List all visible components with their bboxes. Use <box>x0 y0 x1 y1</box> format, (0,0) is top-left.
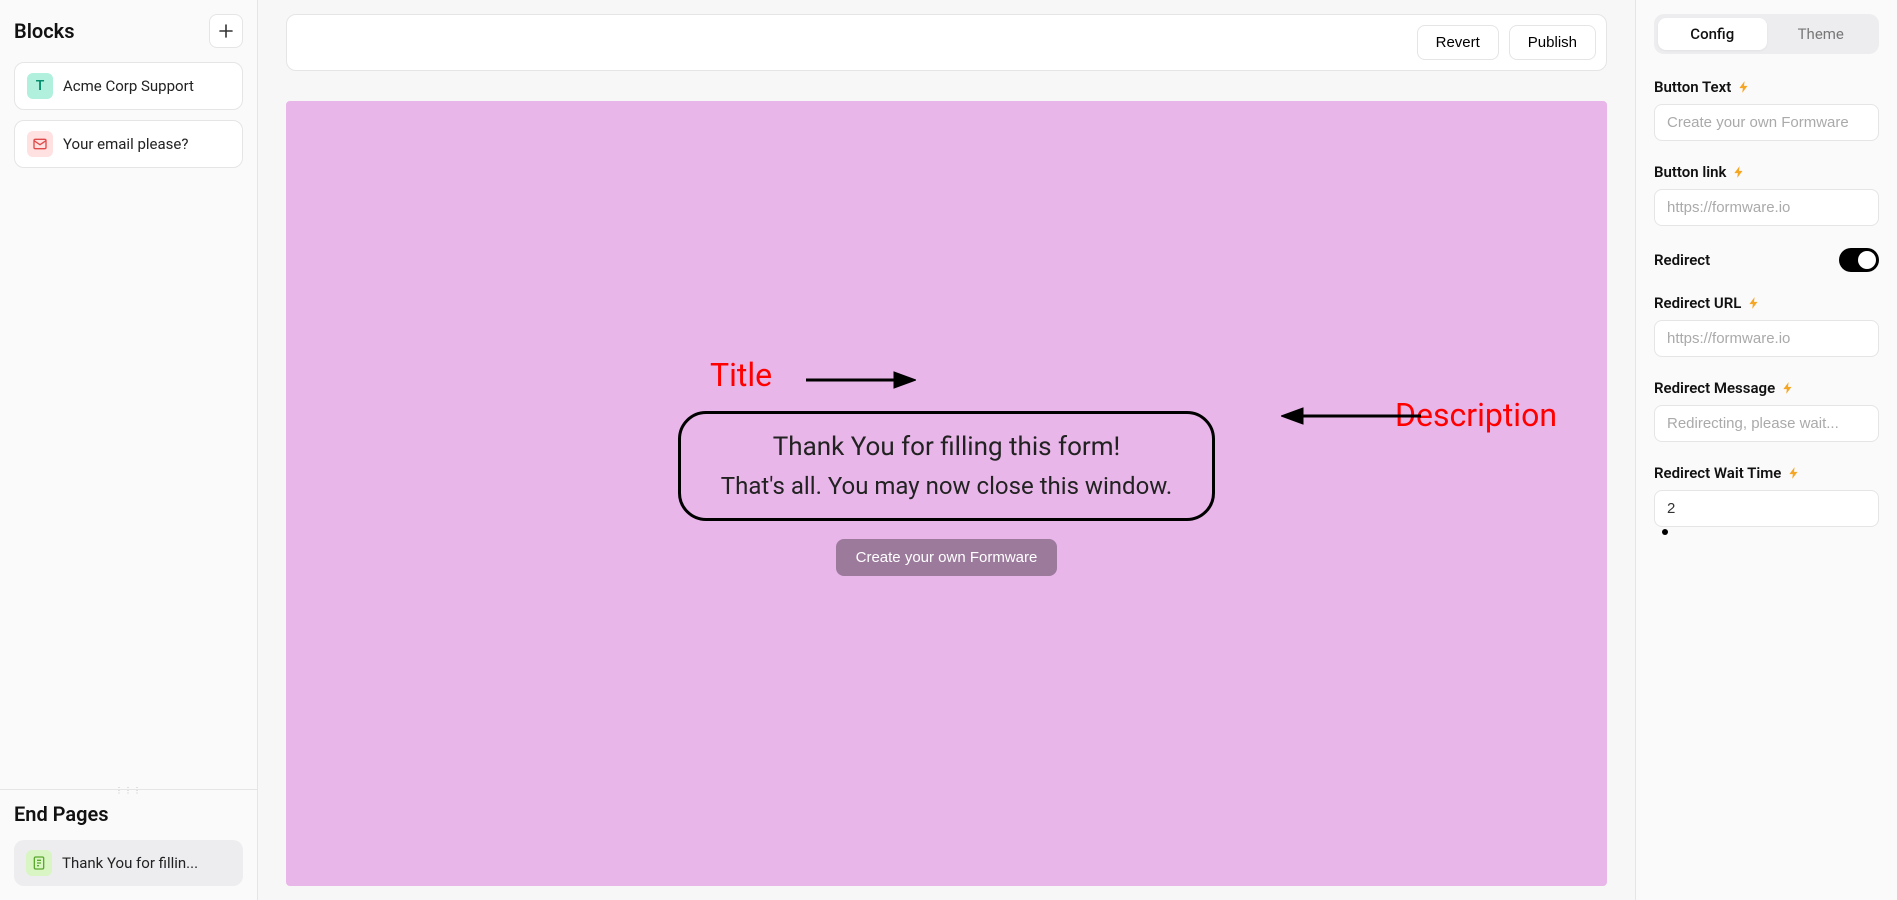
redirect-wait-label: Redirect Wait Time <box>1654 464 1781 482</box>
annotation-title-label: Title <box>710 356 772 394</box>
doc-icon <box>26 850 52 876</box>
bolt-icon <box>1781 381 1795 395</box>
publish-button[interactable]: Publish <box>1509 25 1596 60</box>
button-text-label: Button Text <box>1654 78 1731 96</box>
block-item-label: Your email please? <box>63 135 188 153</box>
tab-theme[interactable]: Theme <box>1767 18 1876 50</box>
field-redirect-wait: Redirect Wait Time <box>1654 464 1879 535</box>
field-redirect: Redirect <box>1654 248 1879 272</box>
button-text-input[interactable] <box>1654 104 1879 141</box>
blocks-header: Blocks <box>14 14 243 48</box>
annotation-box: Thank You for filling this form! That's … <box>678 411 1215 521</box>
right-config-panel: Config Theme Button Text Button link Red… <box>1635 0 1897 900</box>
plus-icon <box>218 23 234 39</box>
button-link-label: Button link <box>1654 163 1726 181</box>
center-area: Revert Publish Thank You for filling thi… <box>258 0 1635 900</box>
revert-button[interactable]: Revert <box>1417 25 1499 60</box>
redirect-wait-input[interactable] <box>1654 490 1879 527</box>
editor-toolbar: Revert Publish <box>286 14 1607 71</box>
add-block-button[interactable] <box>209 14 243 48</box>
field-redirect-url: Redirect URL <box>1654 294 1879 357</box>
block-item-email[interactable]: Your email please? <box>14 120 243 168</box>
redirect-url-label: Redirect URL <box>1654 294 1741 312</box>
field-button-link: Button link <box>1654 163 1879 226</box>
form-description: That's all. You may now close this windo… <box>721 472 1172 500</box>
redirect-message-label: Redirect Message <box>1654 379 1775 397</box>
bolt-icon <box>1787 466 1801 480</box>
endpage-item-label: Thank You for fillin... <box>62 854 198 872</box>
text-icon: T <box>27 73 53 99</box>
bullet-indicator <box>1662 529 1668 535</box>
bolt-icon <box>1737 80 1751 94</box>
redirect-label: Redirect <box>1654 251 1710 269</box>
arrow-title <box>806 370 916 390</box>
blocks-title: Blocks <box>14 19 74 43</box>
config-tabbar: Config Theme <box>1654 14 1879 54</box>
bolt-icon <box>1747 296 1761 310</box>
mail-icon <box>27 131 53 157</box>
endpages-title: End Pages <box>14 802 243 826</box>
grip-icon: ⋮⋮⋮ <box>115 786 142 795</box>
create-formware-button[interactable]: Create your own Formware <box>836 539 1058 576</box>
canvas-wrapper: Thank You for filling this form! That's … <box>286 101 1607 886</box>
field-redirect-message: Redirect Message <box>1654 379 1879 442</box>
toggle-knob <box>1858 251 1876 269</box>
button-link-input[interactable] <box>1654 189 1879 226</box>
field-button-text: Button Text <box>1654 78 1879 141</box>
endpage-item-thankyou[interactable]: Thank You for fillin... <box>14 840 243 886</box>
redirect-message-input[interactable] <box>1654 405 1879 442</box>
block-item-label: Acme Corp Support <box>63 77 194 95</box>
arrow-description <box>1281 406 1421 426</box>
tab-config[interactable]: Config <box>1658 18 1767 50</box>
left-sidebar: Blocks T Acme Corp Support Your email pl… <box>0 0 258 900</box>
block-item-text[interactable]: T Acme Corp Support <box>14 62 243 110</box>
redirect-url-input[interactable] <box>1654 320 1879 357</box>
form-title: Thank You for filling this form! <box>773 432 1120 462</box>
form-preview-canvas[interactable]: Thank You for filling this form! That's … <box>286 101 1607 886</box>
sidebar-divider[interactable]: ⋮⋮⋮ <box>14 777 243 802</box>
bolt-icon <box>1732 165 1746 179</box>
redirect-toggle[interactable] <box>1839 248 1879 272</box>
